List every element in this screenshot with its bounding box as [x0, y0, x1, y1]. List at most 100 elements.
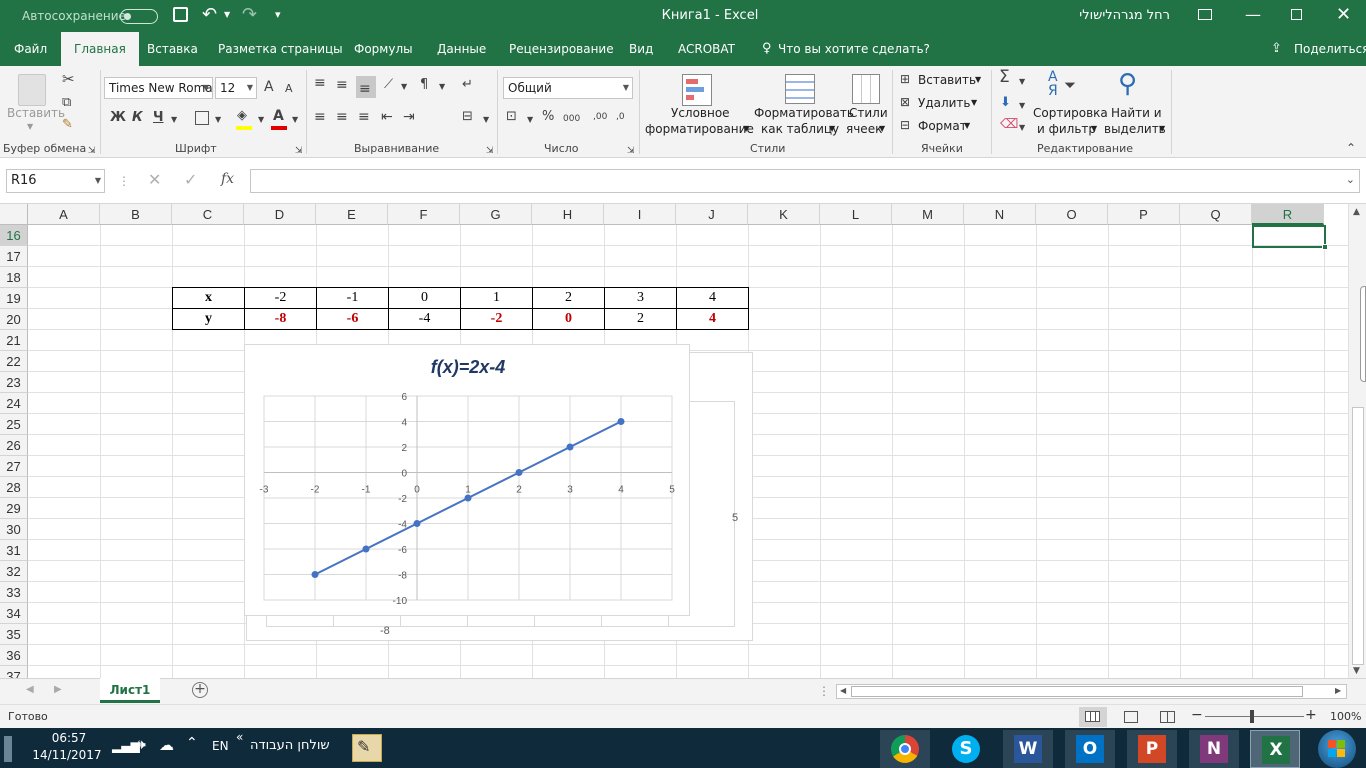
add-sheet-icon[interactable]: + — [192, 682, 208, 698]
shrink-font-icon[interactable]: A — [285, 82, 293, 96]
x-value-cell[interactable]: 0 — [388, 287, 461, 309]
fill-color-dropdown-icon[interactable]: ▼ — [258, 113, 264, 127]
tab-data[interactable]: Данные — [437, 32, 486, 66]
row-header[interactable]: 33 — [0, 582, 28, 603]
x-value-cell[interactable]: 1 — [460, 287, 533, 309]
taskbar-excel[interactable]: X — [1250, 730, 1300, 768]
underline-button[interactable]: Ч — [153, 111, 164, 125]
name-box[interactable]: R16 ▼ — [6, 169, 105, 193]
column-header[interactable]: H — [532, 204, 604, 225]
decrease-decimal-button[interactable]: ,0 — [616, 110, 625, 124]
share-icon[interactable]: ⇪ — [1271, 32, 1282, 66]
selected-cell[interactable] — [1252, 225, 1326, 248]
row-header[interactable]: 19 — [0, 288, 28, 309]
y-value-cell[interactable]: -4 — [388, 308, 461, 330]
column-header[interactable]: Q — [1180, 204, 1252, 225]
paste-icon[interactable] — [18, 74, 46, 106]
orientation-icon[interactable]: ⟋ — [384, 78, 393, 92]
page-break-icon[interactable] — [1160, 711, 1175, 723]
x-label-cell[interactable]: x — [172, 287, 245, 309]
orientation-dropdown-icon[interactable]: ▼ — [401, 80, 407, 94]
thousands-button[interactable]: 000 — [563, 112, 580, 126]
tell-me-input[interactable]: Что вы хотите сделать? — [778, 32, 930, 66]
column-header[interactable]: G — [460, 204, 532, 225]
row-header[interactable]: 30 — [0, 519, 28, 540]
notifications-icon[interactable]: ⌃ — [186, 735, 198, 751]
column-header[interactable]: J — [676, 204, 748, 225]
pen-app-icon[interactable]: ✎ — [352, 734, 382, 762]
row-header[interactable]: 36 — [0, 645, 28, 666]
rtl-icon[interactable]: ¶ — [420, 78, 428, 92]
enter-icon[interactable]: ✓ — [184, 170, 197, 189]
format-dropdown-icon[interactable]: ▼ — [964, 121, 970, 130]
taskbar-skype[interactable]: S — [941, 730, 991, 768]
borders-dropdown-icon[interactable]: ▼ — [215, 113, 221, 127]
align-left-icon[interactable]: ≡ — [314, 110, 326, 124]
format-painter-icon[interactable]: ✎ — [62, 118, 73, 132]
row-header[interactable]: 21 — [0, 330, 28, 351]
tab-file[interactable]: Файл — [14, 32, 47, 66]
cancel-icon[interactable]: ✕ — [148, 170, 161, 189]
y-value-cell[interactable]: -8 — [244, 308, 317, 330]
column-header[interactable]: D — [244, 204, 316, 225]
close-icon[interactable]: ✕ — [1336, 4, 1351, 25]
find-select-label-1[interactable]: Найти и — [1111, 106, 1162, 120]
zoom-level[interactable]: 100% — [1330, 710, 1361, 723]
x-value-cell[interactable]: -1 — [316, 287, 389, 309]
row-header[interactable]: 37 — [0, 666, 28, 678]
column-header[interactable]: L — [820, 204, 892, 225]
row-header[interactable]: 27 — [0, 456, 28, 477]
cut-icon[interactable]: ✂ — [62, 72, 75, 87]
row-header[interactable]: 22 — [0, 351, 28, 372]
grow-font-icon[interactable]: A — [264, 80, 274, 94]
zoom-out-icon[interactable]: − — [1191, 707, 1203, 723]
percent-button[interactable]: % — [542, 110, 554, 124]
desktop-toolbar-chevron[interactable]: « — [236, 730, 243, 744]
tab-view[interactable]: Вид — [629, 32, 653, 66]
minimize-icon[interactable]: — — [1245, 5, 1261, 24]
paste-button[interactable]: Вставить — [7, 106, 65, 120]
horizontal-scroll-thumb[interactable] — [851, 686, 1303, 697]
clear-dropdown-icon[interactable]: ▼ — [1019, 121, 1025, 135]
horizontal-scrollbar[interactable]: ◀ ▶ — [836, 684, 1347, 699]
fill-dropdown-icon[interactable]: ▼ — [1019, 99, 1025, 113]
format-cells-button[interactable]: Формат — [918, 119, 967, 133]
insert-function-icon[interactable]: fx — [221, 171, 234, 187]
font-launcher-icon[interactable]: ⇲ — [295, 144, 303, 158]
zoom-slider-thumb[interactable] — [1250, 710, 1254, 723]
sort-filter-label-2[interactable]: и фильтр — [1037, 122, 1096, 136]
tab-acrobat[interactable]: ACROBAT — [678, 32, 735, 66]
bold-button[interactable]: Ж — [110, 111, 126, 125]
tab-insert[interactable]: Вставка — [147, 32, 198, 66]
side-panel-handle[interactable] — [1360, 286, 1366, 382]
cell-styles-label-1[interactable]: Стили — [849, 106, 888, 120]
conditional-formatting-dropdown-icon[interactable]: ▼ — [743, 124, 749, 133]
format-cells-icon[interactable]: ⊟ — [900, 118, 910, 132]
align-right-icon[interactable]: ≡ — [358, 110, 370, 124]
format-as-table-dropdown-icon[interactable]: ▼ — [829, 124, 835, 133]
column-header[interactable]: O — [1036, 204, 1108, 225]
clear-icon[interactable]: ⌫ — [1000, 118, 1018, 132]
number-format-select[interactable]: Общий ▼ — [503, 77, 633, 99]
alignment-launcher-icon[interactable]: ⇲ — [486, 144, 494, 158]
row-header[interactable]: 20 — [0, 309, 28, 330]
copy-icon[interactable]: ⧉ — [62, 96, 71, 110]
desktop-toolbar[interactable]: שולחן העבודה — [250, 738, 330, 753]
merge-dropdown-icon[interactable]: ▼ — [483, 113, 489, 127]
sort-filter-label-1[interactable]: Сортировка — [1033, 106, 1108, 120]
increase-indent-icon[interactable]: ⇥ — [403, 110, 415, 124]
sort-filter-dropdown-icon[interactable]: ▼ — [1091, 124, 1097, 133]
taskbar-chrome[interactable] — [880, 730, 930, 768]
column-header[interactable]: B — [100, 204, 172, 225]
sort-filter-icon[interactable]: AЯ — [1048, 70, 1058, 98]
fill-color-icon[interactable]: ◈ — [237, 109, 247, 123]
borders-icon[interactable] — [195, 111, 209, 125]
row-header[interactable]: 34 — [0, 603, 28, 624]
conditional-formatting-label-2[interactable]: форматирование — [645, 122, 754, 136]
redo-icon[interactable]: ↷ — [242, 4, 257, 25]
insert-dropdown-icon[interactable]: ▼ — [975, 75, 981, 84]
next-sheet-icon[interactable]: ▶ — [54, 684, 62, 695]
conditional-formatting-icon[interactable] — [682, 74, 712, 106]
taskbar-word[interactable]: W — [1003, 730, 1053, 768]
ribbon-display-icon[interactable] — [1198, 9, 1212, 20]
